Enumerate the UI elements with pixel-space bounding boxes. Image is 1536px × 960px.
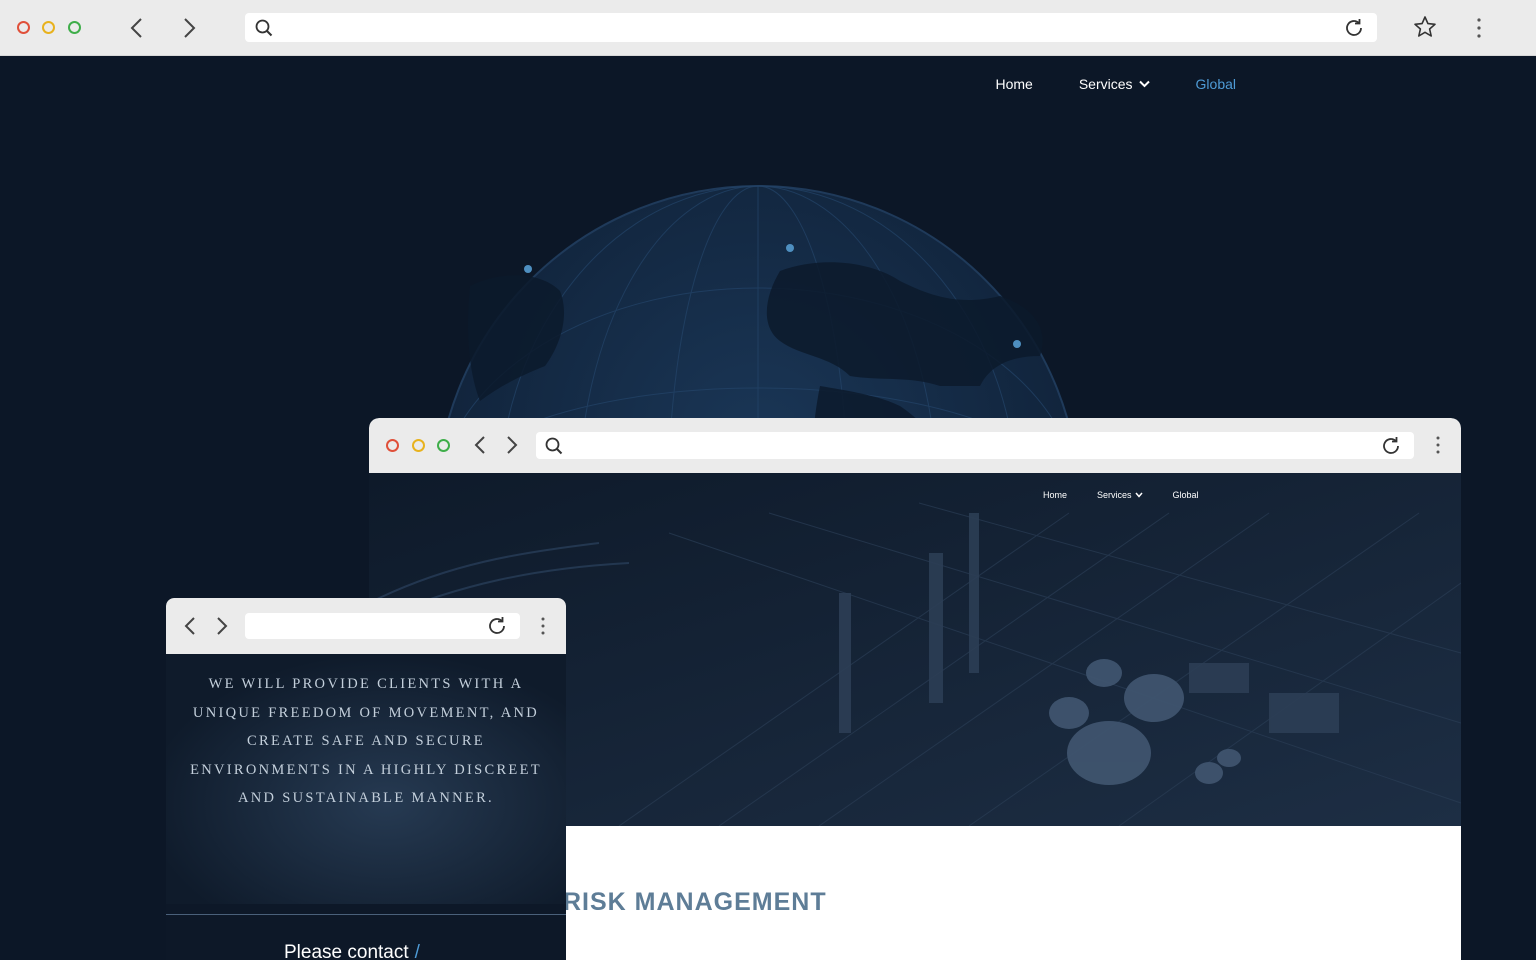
divider [166, 914, 566, 915]
back-icon[interactable] [182, 615, 198, 637]
nav-services-label: Services [1078, 76, 1133, 92]
close-window-button[interactable] [17, 21, 30, 34]
main-nav: Home Services Global [995, 76, 1236, 92]
nav-home[interactable]: Home [1043, 490, 1067, 500]
small-browser-window: WE WILL PROVIDE CLIENTS WITH A UNIQUE FR… [166, 598, 566, 960]
back-icon[interactable] [472, 434, 488, 456]
nav-home[interactable]: Home [995, 76, 1032, 92]
contact-slash: / [414, 942, 420, 960]
menu-icon[interactable] [540, 616, 546, 636]
forward-icon[interactable] [180, 16, 198, 40]
address-bar[interactable] [245, 613, 520, 639]
search-icon [545, 437, 563, 455]
menu-icon[interactable] [1435, 435, 1441, 455]
chevron-down-icon [1134, 492, 1143, 498]
chevron-down-icon [1138, 80, 1150, 88]
reload-icon[interactable] [486, 615, 508, 637]
star-icon[interactable] [1413, 15, 1437, 39]
mid-browser-toolbar [369, 418, 1461, 473]
reload-icon[interactable] [1343, 17, 1365, 39]
minimize-window-button[interactable] [42, 21, 55, 34]
nav-services[interactable]: Services [1079, 76, 1150, 92]
address-bar[interactable] [245, 13, 1377, 42]
close-window-button[interactable] [386, 439, 399, 452]
forward-icon[interactable] [504, 434, 520, 456]
nav-global[interactable]: Global [1196, 76, 1236, 92]
contact-heading: Please contact / [284, 942, 420, 960]
nav-services-label: Services [1097, 490, 1132, 500]
section-title: RISK MANAGEMENT [563, 888, 827, 916]
menu-icon[interactable] [1476, 17, 1482, 39]
contact-label: Please contact [284, 942, 409, 960]
nav-services[interactable]: Services [1097, 490, 1143, 500]
reload-icon[interactable] [1380, 435, 1402, 457]
forward-icon[interactable] [214, 615, 230, 637]
small-browser-toolbar [166, 598, 566, 654]
address-bar[interactable] [536, 432, 1414, 459]
mid-nav: Home Services Global [1043, 490, 1199, 500]
mission-statement: WE WILL PROVIDE CLIENTS WITH A UNIQUE FR… [190, 676, 542, 806]
main-browser-toolbar [0, 0, 1536, 56]
search-icon [255, 19, 273, 37]
maximize-window-button[interactable] [68, 21, 81, 34]
mission-section: WE WILL PROVIDE CLIENTS WITH A UNIQUE FR… [166, 654, 566, 960]
back-icon[interactable] [128, 16, 146, 40]
minimize-window-button[interactable] [412, 439, 425, 452]
nav-global[interactable]: Global [1173, 490, 1199, 500]
maximize-window-button[interactable] [437, 439, 450, 452]
